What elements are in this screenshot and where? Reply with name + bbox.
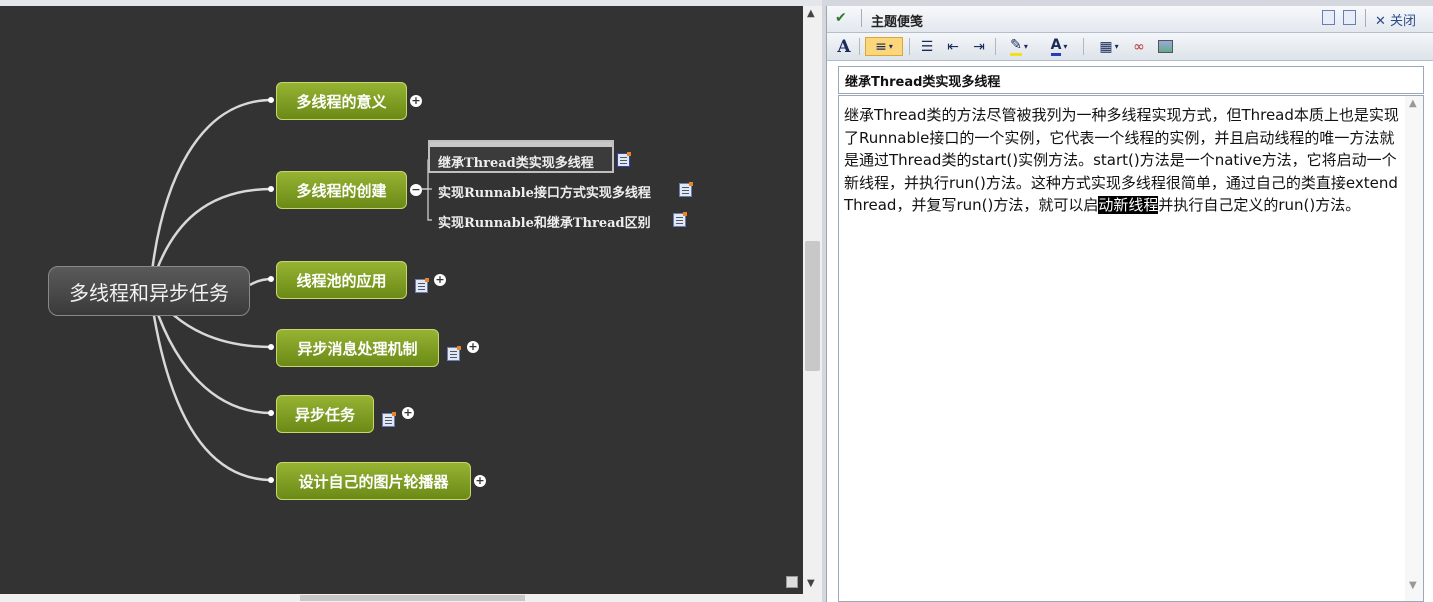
topic-anchor-dot <box>268 186 274 192</box>
topic-anchor-dot <box>268 97 274 103</box>
expand-icon[interactable]: + <box>402 407 414 419</box>
toolbar-separator <box>1083 38 1084 55</box>
note-text-after: 并执行自己定义的run()方法。 <box>1158 196 1361 214</box>
expand-icon[interactable]: + <box>467 341 479 353</box>
subtopic-extend-thread[interactable]: 继承Thread类实现多线程 <box>438 152 594 171</box>
highlighter-icon: ✎ <box>1010 37 1022 56</box>
topic-significance[interactable]: 多线程的意义 <box>276 82 407 120</box>
align-left-icon: ≡ <box>875 38 887 55</box>
font-button[interactable]: A <box>835 36 853 57</box>
note-icon[interactable] <box>679 182 693 197</box>
note-icon[interactable] <box>382 412 396 427</box>
selection-grip[interactable] <box>430 142 612 147</box>
note-icon[interactable] <box>617 152 631 167</box>
central-topic[interactable]: 多线程和异步任务 <box>48 266 250 316</box>
toolbar-separator <box>995 38 996 55</box>
topic-label: 多线程的意义 <box>296 92 387 111</box>
bullet-list-button[interactable]: ☰ <box>917 37 937 56</box>
navigator-icon[interactable] <box>786 576 798 588</box>
highlight-button[interactable]: ✎ ▾ <box>1003 37 1035 56</box>
toolbar-separator <box>859 38 860 55</box>
topic-async-message[interactable]: 异步消息处理机制 <box>276 329 439 367</box>
panel-title: 主题便笺 <box>871 15 924 30</box>
dropdown-arrow-icon: ▾ <box>1063 42 1068 51</box>
note-title: 继承Thread类实现多线程 <box>838 66 1424 94</box>
topic-label: 设计自己的图片轮播器 <box>298 472 449 491</box>
close-icon: ✕ <box>1375 14 1386 29</box>
note-icon[interactable] <box>415 278 429 293</box>
dropdown-arrow-icon: ▾ <box>888 42 893 51</box>
close-label: 关闭 <box>1390 14 1417 29</box>
topic-label: 异步任务 <box>294 405 355 424</box>
mindmap-horizontal-scrollbar[interactable] <box>0 594 822 602</box>
topic-label: 多线程的创建 <box>296 181 387 200</box>
collapse-icon[interactable]: − <box>410 184 422 196</box>
scroll-up-arrow-icon[interactable]: ▲ <box>807 8 815 19</box>
insert-image-button[interactable] <box>1155 37 1175 56</box>
indent-icon: ⇥ <box>973 38 985 55</box>
mindmap-view: 多线程和异步任务 多线程的意义 + 多线程的创建 − 线程池的应用 + 异步消息… <box>0 0 822 602</box>
note-icon[interactable] <box>447 346 461 361</box>
header-divider <box>861 9 862 27</box>
header-divider <box>1365 9 1366 27</box>
dropdown-arrow-icon: ▾ <box>1023 42 1028 51</box>
scroll-thumb[interactable] <box>300 595 525 601</box>
export-icon[interactable] <box>1322 10 1335 25</box>
topic-anchor-dot <box>268 410 274 416</box>
font-color-button[interactable]: A ▾ <box>1043 37 1075 56</box>
table-button[interactable]: ▦ ▾ <box>1093 37 1125 56</box>
outdent-icon: ⇤ <box>947 38 959 55</box>
topic-thread-pool[interactable]: 线程池的应用 <box>276 261 407 299</box>
topic-creation[interactable]: 多线程的创建 <box>276 171 407 209</box>
expand-icon[interactable]: + <box>434 274 446 286</box>
scroll-down-arrow-icon[interactable]: ▼ <box>1409 580 1417 591</box>
topic-anchor-dot <box>268 276 274 282</box>
image-icon <box>1157 40 1173 53</box>
central-topic-label: 多线程和异步任务 <box>69 280 229 305</box>
topic-async-task[interactable]: 异步任务 <box>276 395 374 433</box>
topic-image-carousel[interactable]: 设计自己的图片轮播器 <box>276 462 471 500</box>
connector-6 <box>148 289 273 482</box>
align-button[interactable]: ≡ ▾ <box>865 37 903 56</box>
connector-1 <box>148 98 273 291</box>
note-text[interactable]: 继承Thread类的方法尽管被我列为一种多线程实现方式，但Thread本质上也是… <box>844 104 1400 217</box>
scroll-thumb[interactable] <box>805 241 820 371</box>
subtopic-difference[interactable]: 实现Runnable和继承Thread区别 <box>438 212 651 231</box>
table-icon: ▦ <box>1099 38 1113 55</box>
note-text-selection: 动新线程 <box>1098 196 1159 214</box>
note-editor[interactable]: 继承Thread类的方法尽管被我列为一种多线程实现方式，但Thread本质上也是… <box>838 95 1424 602</box>
hyperlink-button[interactable]: ∞ <box>1129 37 1149 56</box>
dropdown-arrow-icon: ▾ <box>1114 42 1119 51</box>
note-vertical-scrollbar[interactable]: ▲ ▼ <box>1405 96 1423 601</box>
note-icon[interactable] <box>673 212 687 227</box>
subtopic-label: 实现Runnable和继承Thread区别 <box>438 216 651 231</box>
formatting-toolbar: A ≡ ▾ ☰ ⇤ ⇥ ✎ ▾ A ▾ ▦ ▾ ∞ <box>827 33 1433 61</box>
subtopic-implement-runnable[interactable]: 实现Runnable接口方式实现多线程 <box>438 182 651 201</box>
mindmap-vertical-scrollbar[interactable]: ▲ ▼ <box>803 6 822 594</box>
topic-notes-panel: ✔ 主题便笺 ✕ 关闭 A ≡ ▾ ☰ ⇤ ⇥ ✎ ▾ A ▾ ▦ ▾ ∞ 继承Thre… <box>826 6 1433 602</box>
subtopic-label: 实现Runnable接口方式实现多线程 <box>438 186 651 201</box>
sub-connector-3 <box>427 189 432 221</box>
hyperlink-icon: ∞ <box>1133 38 1145 55</box>
toolbar-separator <box>909 38 910 55</box>
topic-label: 异步消息处理机制 <box>297 339 418 358</box>
indent-button[interactable]: ⇥ <box>969 37 989 56</box>
topic-anchor-dot <box>268 344 274 350</box>
expand-icon[interactable]: + <box>410 95 422 107</box>
scroll-up-arrow-icon[interactable]: ▲ <box>1409 98 1417 109</box>
topic-label: 线程池的应用 <box>296 271 387 290</box>
note-title-label: 继承Thread类实现多线程 <box>845 74 1001 90</box>
import-icon[interactable] <box>1343 10 1356 25</box>
subtopic-label: 继承Thread类实现多线程 <box>438 156 594 171</box>
panel-header: ✔ 主题便笺 ✕ 关闭 <box>827 6 1433 33</box>
topic-anchor-dot <box>268 477 274 483</box>
notes-check-icon[interactable]: ✔ <box>835 10 847 26</box>
scroll-down-arrow-icon[interactable]: ▼ <box>807 578 815 589</box>
expand-icon[interactable]: + <box>474 475 486 487</box>
bullet-list-icon: ☰ <box>920 38 934 55</box>
close-button[interactable]: ✕ 关闭 <box>1375 10 1416 29</box>
font-icon: A <box>837 36 851 57</box>
outdent-button[interactable]: ⇤ <box>943 37 963 56</box>
font-color-icon: A <box>1050 37 1062 56</box>
